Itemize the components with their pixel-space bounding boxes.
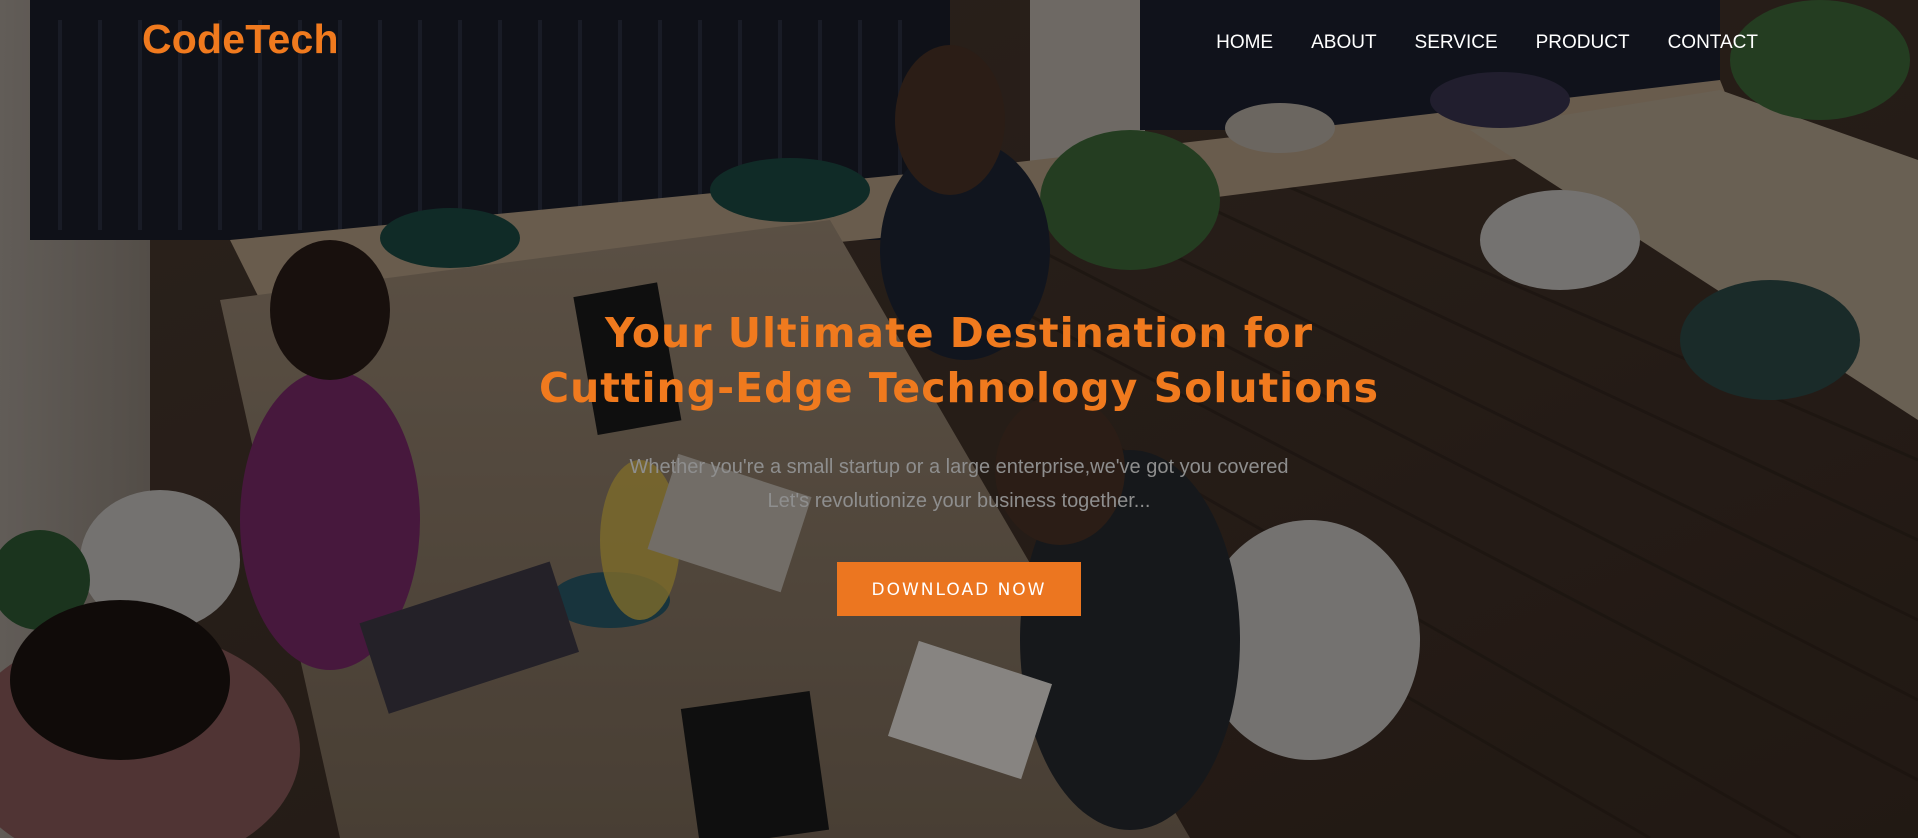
hero-subtext: Whether you're a small startup or a larg… xyxy=(0,450,1918,518)
nav-link-about[interactable]: ABOUT xyxy=(1311,32,1376,54)
hero-headline-line2: Cutting-Edge Technology Solutions xyxy=(539,364,1379,412)
hero-section: CodeTech HOME ABOUT SERVICE PRODUCT CONT… xyxy=(0,0,1918,838)
nav-link-contact[interactable]: CONTACT xyxy=(1668,32,1758,54)
hero-subtext-line1: Whether you're a small startup or a larg… xyxy=(629,456,1289,478)
brand-logo[interactable]: CodeTech xyxy=(142,16,339,63)
hero-headline: Your Ultimate Destination for Cutting-Ed… xyxy=(0,306,1918,416)
nav-link-service[interactable]: SERVICE xyxy=(1415,32,1498,54)
download-now-button[interactable]: DOWNLOAD NOW xyxy=(837,562,1081,616)
hero-subtext-line2: Let's revolutionize your business togeth… xyxy=(767,490,1151,512)
nav-link-home[interactable]: HOME xyxy=(1216,32,1273,54)
nav-link-product[interactable]: PRODUCT xyxy=(1536,32,1630,54)
navbar: CodeTech HOME ABOUT SERVICE PRODUCT CONT… xyxy=(0,0,1918,84)
nav-menu: HOME ABOUT SERVICE PRODUCT CONTACT xyxy=(1178,32,1758,54)
hero-content: Your Ultimate Destination for Cutting-Ed… xyxy=(0,306,1918,616)
hero-headline-line1: Your Ultimate Destination for xyxy=(604,309,1314,357)
